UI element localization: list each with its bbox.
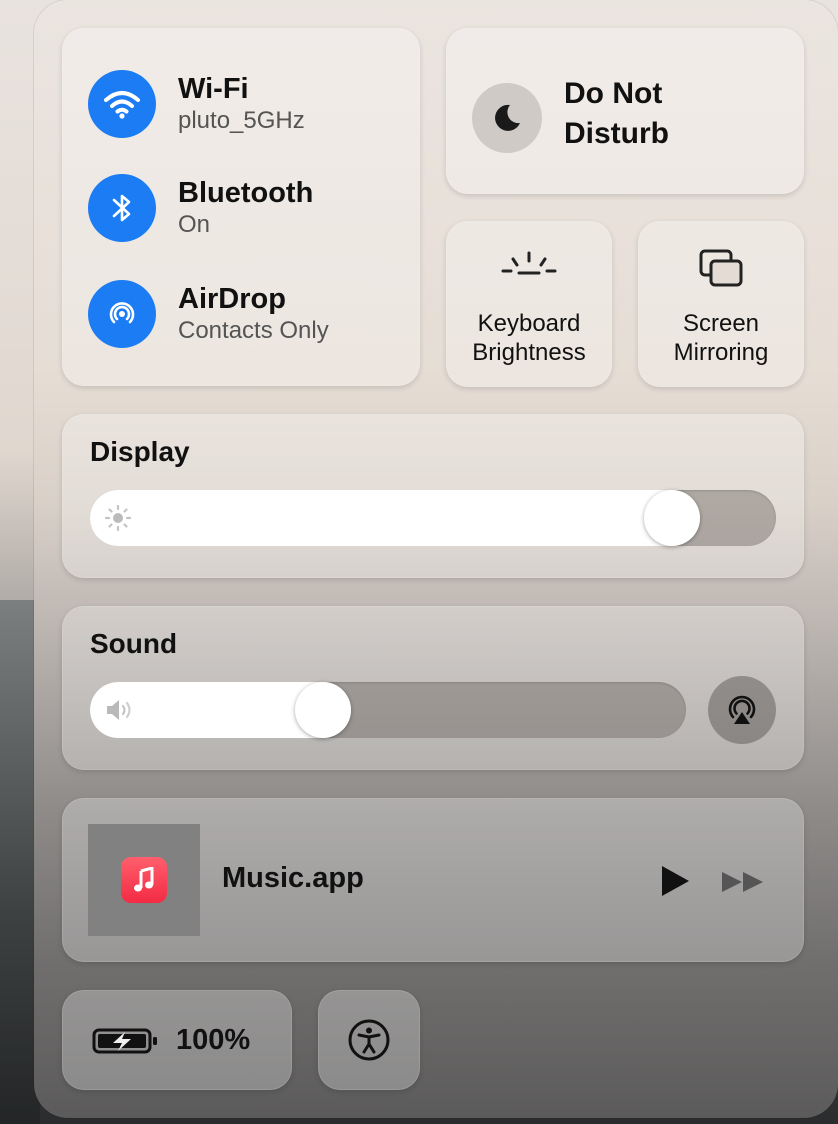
display-brightness-knob[interactable] bbox=[644, 490, 701, 546]
airplay-audio-icon bbox=[728, 695, 756, 724]
control-center-panel: Wi-Fi pluto_5GHz Bluetooth On AirDrop Co… bbox=[34, 0, 838, 1118]
battery-charging-icon bbox=[92, 1028, 157, 1054]
wifi-title: Wi-Fi bbox=[178, 73, 249, 105]
battery-percent: 100% bbox=[176, 1024, 251, 1056]
screen-mirroring-label: Screen Mirroring bbox=[638, 309, 804, 367]
airplay-audio-button[interactable] bbox=[708, 676, 776, 744]
keyboard-brightness-label: Keyboard Brightness bbox=[446, 309, 612, 367]
sound-title: Sound bbox=[90, 628, 178, 659]
now-playing-tile: Music.app bbox=[62, 798, 804, 962]
wifi-icon bbox=[104, 91, 140, 119]
speaker-icon bbox=[107, 700, 131, 720]
battery-tile[interactable]: 100% bbox=[62, 990, 292, 1090]
display-title: Display bbox=[90, 436, 190, 467]
now-playing-title: Music.app bbox=[222, 862, 364, 894]
do-not-disturb-line1: Do Not bbox=[564, 77, 663, 110]
display-brightness-fill bbox=[90, 490, 701, 546]
do-not-disturb-button[interactable] bbox=[472, 83, 542, 153]
keyboard-brightness-line2: Brightness bbox=[472, 339, 586, 366]
bluetooth-title: Bluetooth bbox=[178, 177, 314, 209]
airdrop-status: Contacts Only bbox=[178, 317, 329, 344]
screen-mirroring-line1: Screen bbox=[682, 310, 760, 337]
play-icon[interactable] bbox=[658, 864, 692, 898]
keyboard-brightness-tile[interactable]: Keyboard Brightness bbox=[446, 221, 612, 387]
airdrop-icon bbox=[109, 302, 135, 324]
music-app-icon bbox=[121, 857, 167, 903]
moon-icon bbox=[495, 104, 520, 131]
bluetooth-row[interactable]: Bluetooth On bbox=[88, 174, 313, 242]
keyboard-brightness-line1: Keyboard bbox=[477, 310, 581, 337]
screen-mirroring-icon bbox=[699, 249, 743, 287]
airdrop-row[interactable]: AirDrop Contacts Only bbox=[88, 280, 329, 348]
display-tile: Display bbox=[62, 414, 804, 578]
sun-icon bbox=[104, 504, 132, 532]
wifi-row[interactable]: Wi-Fi pluto_5GHz bbox=[88, 70, 305, 138]
display-brightness-slider[interactable] bbox=[90, 490, 776, 546]
do-not-disturb-line2: Disturb bbox=[564, 117, 669, 150]
keyboard-brightness-icon bbox=[501, 251, 557, 275]
album-artwork[interactable] bbox=[88, 824, 200, 936]
airdrop-button[interactable] bbox=[88, 280, 156, 348]
network-tile: Wi-Fi pluto_5GHz Bluetooth On AirDrop Co… bbox=[62, 28, 420, 386]
accessibility-icon bbox=[348, 1019, 390, 1061]
wifi-network-name: pluto_5GHz bbox=[178, 107, 305, 134]
do-not-disturb-label: Do Not Disturb bbox=[564, 74, 714, 154]
fast-forward-icon[interactable] bbox=[720, 870, 766, 894]
volume-knob[interactable] bbox=[295, 682, 352, 738]
bluetooth-icon bbox=[112, 194, 131, 222]
screen-mirroring-tile[interactable]: Screen Mirroring bbox=[638, 221, 804, 387]
bluetooth-status: On bbox=[178, 211, 211, 238]
sound-tile: Sound bbox=[62, 606, 804, 770]
airdrop-title: AirDrop bbox=[178, 283, 286, 315]
volume-slider[interactable] bbox=[90, 682, 686, 738]
do-not-disturb-tile[interactable]: Do Not Disturb bbox=[446, 28, 804, 194]
wifi-button[interactable] bbox=[88, 70, 156, 138]
bluetooth-button[interactable] bbox=[88, 174, 156, 242]
accessibility-tile[interactable] bbox=[318, 990, 420, 1090]
screen-mirroring-line2: Mirroring bbox=[673, 339, 769, 366]
